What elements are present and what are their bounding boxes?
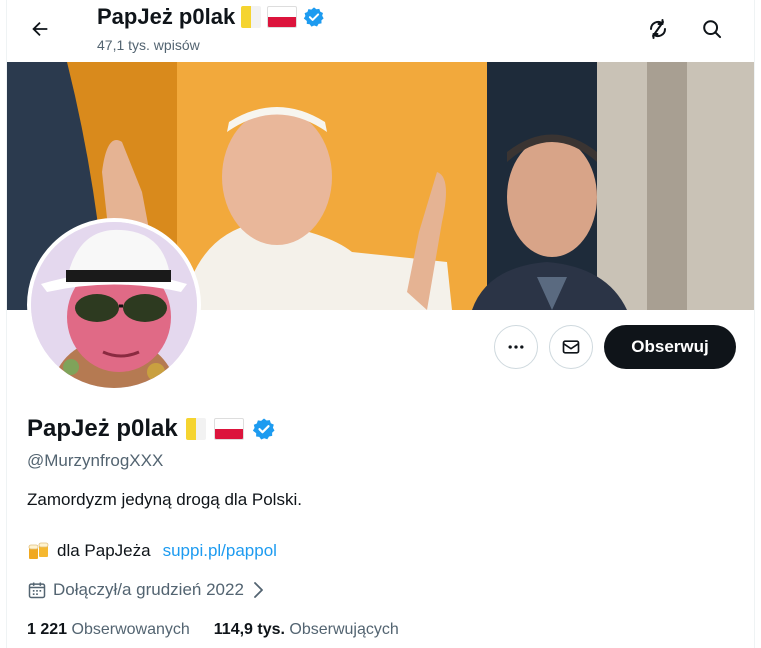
following-link[interactable]: 1 221 Obserwowanych — [27, 621, 190, 639]
profile-name-row: PapJeż p0lak — [27, 415, 276, 443]
more-icon — [508, 345, 524, 349]
posts-count: 47,1 tys. wpisów — [97, 37, 200, 53]
followers-count: 114,9 tys. — [213, 621, 285, 638]
envelope-icon — [562, 340, 580, 354]
joined-date: Dołączył/a grudzień 2022 — [53, 580, 244, 599]
link-prefix: dla PapJeża — [57, 541, 151, 560]
vatican-flag-icon — [185, 418, 206, 440]
profile-avatar[interactable] — [27, 218, 201, 392]
profile-website-link[interactable]: suppi.pl/pappol — [163, 541, 277, 561]
following-label: Obserwowanych — [71, 621, 190, 638]
profile-bio: Zamordyzm jedyną drogą dla Polski. — [27, 490, 302, 509]
avatar-photo — [31, 222, 197, 388]
top-bar: PapJeż p0lak 47,1 tys. wpisów — [7, 0, 754, 62]
header-name: PapJeż p0lak — [97, 4, 236, 29]
profile-page: PapJeż p0lak 47,1 tys. wpisów Obserwuj P… — [6, 0, 755, 648]
poland-flag-icon — [213, 418, 244, 440]
joined-row[interactable]: Dołączył/a grudzień 2022 — [27, 580, 266, 600]
header-title: PapJeż p0lak — [97, 4, 325, 30]
beer-icon — [28, 542, 49, 559]
calendar-icon — [28, 582, 46, 599]
vatican-flag-icon — [241, 6, 262, 28]
profile-name: PapJeż p0lak — [27, 415, 178, 442]
arrow-left-icon — [32, 21, 48, 37]
search-icon — [703, 20, 722, 39]
follow-stats: 1 221 Obserwowanych 114,9 tys. Obserwują… — [27, 621, 399, 639]
followers-link[interactable]: 114,9 tys. Obserwujących — [214, 621, 399, 639]
follow-button[interactable]: Obserwuj — [604, 325, 736, 369]
more-button[interactable] — [494, 325, 538, 369]
repost-icon — [649, 19, 667, 39]
repost-button[interactable] — [643, 14, 673, 44]
profile-handle: @MurzynfrogXXX — [27, 451, 164, 470]
message-button[interactable] — [549, 325, 593, 369]
followers-label: Obserwujących — [289, 621, 399, 638]
verified-badge-icon — [304, 7, 324, 27]
back-button[interactable] — [25, 14, 55, 44]
following-count: 1 221 — [27, 621, 68, 638]
verified-badge-icon[interactable] — [252, 417, 276, 441]
profile-link-row: dla PapJeża suppi.pl/pappol — [27, 540, 277, 562]
chevron-right-icon — [254, 582, 263, 598]
search-button[interactable] — [697, 14, 727, 44]
poland-flag-icon — [267, 6, 298, 28]
